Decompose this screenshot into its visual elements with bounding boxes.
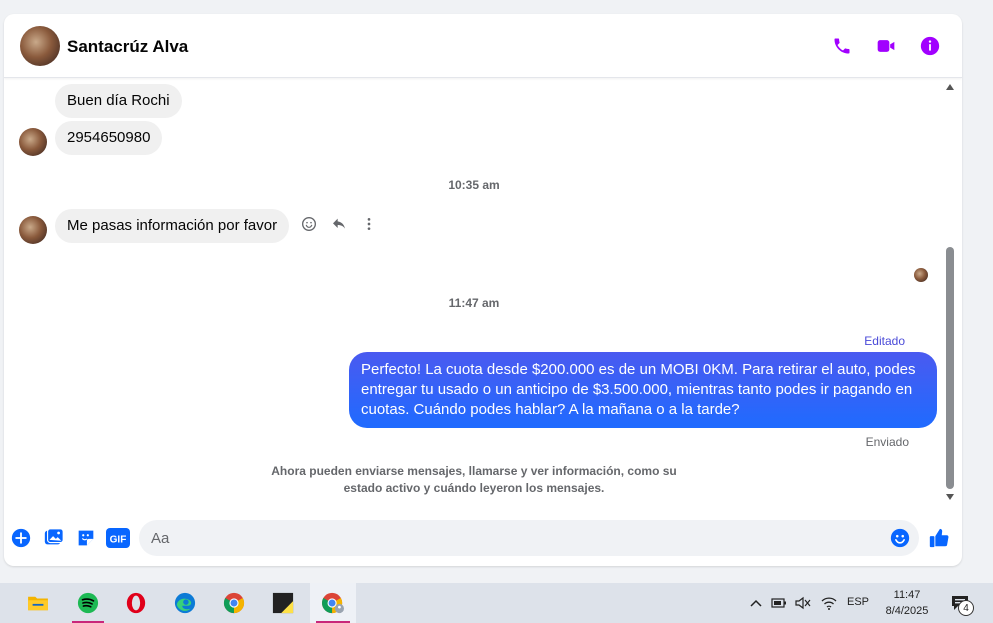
windows-taskbar: ESP 11:47 8/4/2025 [0,583,993,623]
edited-label[interactable]: Editado [864,334,905,348]
chrome-profile-icon[interactable] [310,583,356,623]
scroll-up-arrow-icon[interactable] [946,84,954,90]
chat-header: Santacrúz Alva [4,14,962,78]
like-icon[interactable] [928,527,950,549]
scroll-thumb[interactable] [946,247,954,489]
emoji-icon[interactable] [889,527,911,549]
show-hidden-icons-icon[interactable] [748,595,764,611]
contact-avatar[interactable] [20,26,60,66]
edge-icon[interactable] [163,583,207,623]
message-list: Buen día Rochi 2954650980 10:35 am Me pa… [4,78,944,518]
wifi-icon[interactable] [821,595,837,611]
read-receipt-avatar [914,268,928,282]
chrome-icon[interactable] [212,583,256,623]
video-call-icon[interactable] [874,34,898,58]
contact-avatar-small[interactable] [19,216,47,244]
incoming-message[interactable]: 2954650980 [55,121,163,155]
clock-date: 8/4/2025 [885,605,929,617]
scroll-down-arrow-icon[interactable] [946,494,954,500]
message-timestamp: 10:35 am [448,178,500,192]
message-scrollbar[interactable] [944,80,956,504]
window-top-strip [0,0,993,6]
battery-icon[interactable] [771,595,787,611]
photo-icon[interactable] [43,527,65,549]
reply-icon[interactable] [330,215,348,233]
more-options-icon[interactable] [360,215,378,233]
sticker-icon[interactable] [75,527,97,549]
spotify-icon[interactable] [66,583,110,623]
incoming-message[interactable]: Buen día Rochi [55,84,182,118]
language-indicator[interactable]: ESP [847,596,869,608]
privacy-notice: Ahora pueden enviarse mensajes, llamarse… [271,464,677,495]
incoming-message[interactable]: Me pasas información por favor [55,209,290,243]
file-explorer-icon[interactable] [16,583,60,623]
contact-name[interactable]: Santacrúz Alva [67,37,188,57]
notification-count-badge: 4 [958,600,974,616]
contact-avatar-small[interactable] [19,128,47,156]
react-emoji-icon[interactable] [300,215,318,233]
message-composer: GIF [4,514,962,566]
gif-icon[interactable]: GIF [106,527,130,549]
svg-text:GIF: GIF [110,535,127,546]
messenger-chat-window: Santacrúz Alva Buen día Rochi 2954650980… [4,14,962,566]
opera-icon[interactable] [114,583,158,623]
message-actions [300,215,378,233]
speaker-muted-icon[interactable] [795,595,811,611]
outgoing-message[interactable]: Perfecto! La cuota desde $200.000 es de … [349,352,937,428]
message-input[interactable] [139,520,919,556]
system-clock[interactable]: 11:47 8/4/2025 [876,587,938,619]
add-icon[interactable] [10,527,32,549]
sticky-notes-icon[interactable] [261,583,305,623]
info-icon[interactable] [918,34,942,58]
clock-time: 11:47 [893,589,921,601]
phone-call-icon[interactable] [830,34,854,58]
message-timestamp: 11:47 am [448,296,500,310]
sent-status: Enviado [865,435,909,449]
